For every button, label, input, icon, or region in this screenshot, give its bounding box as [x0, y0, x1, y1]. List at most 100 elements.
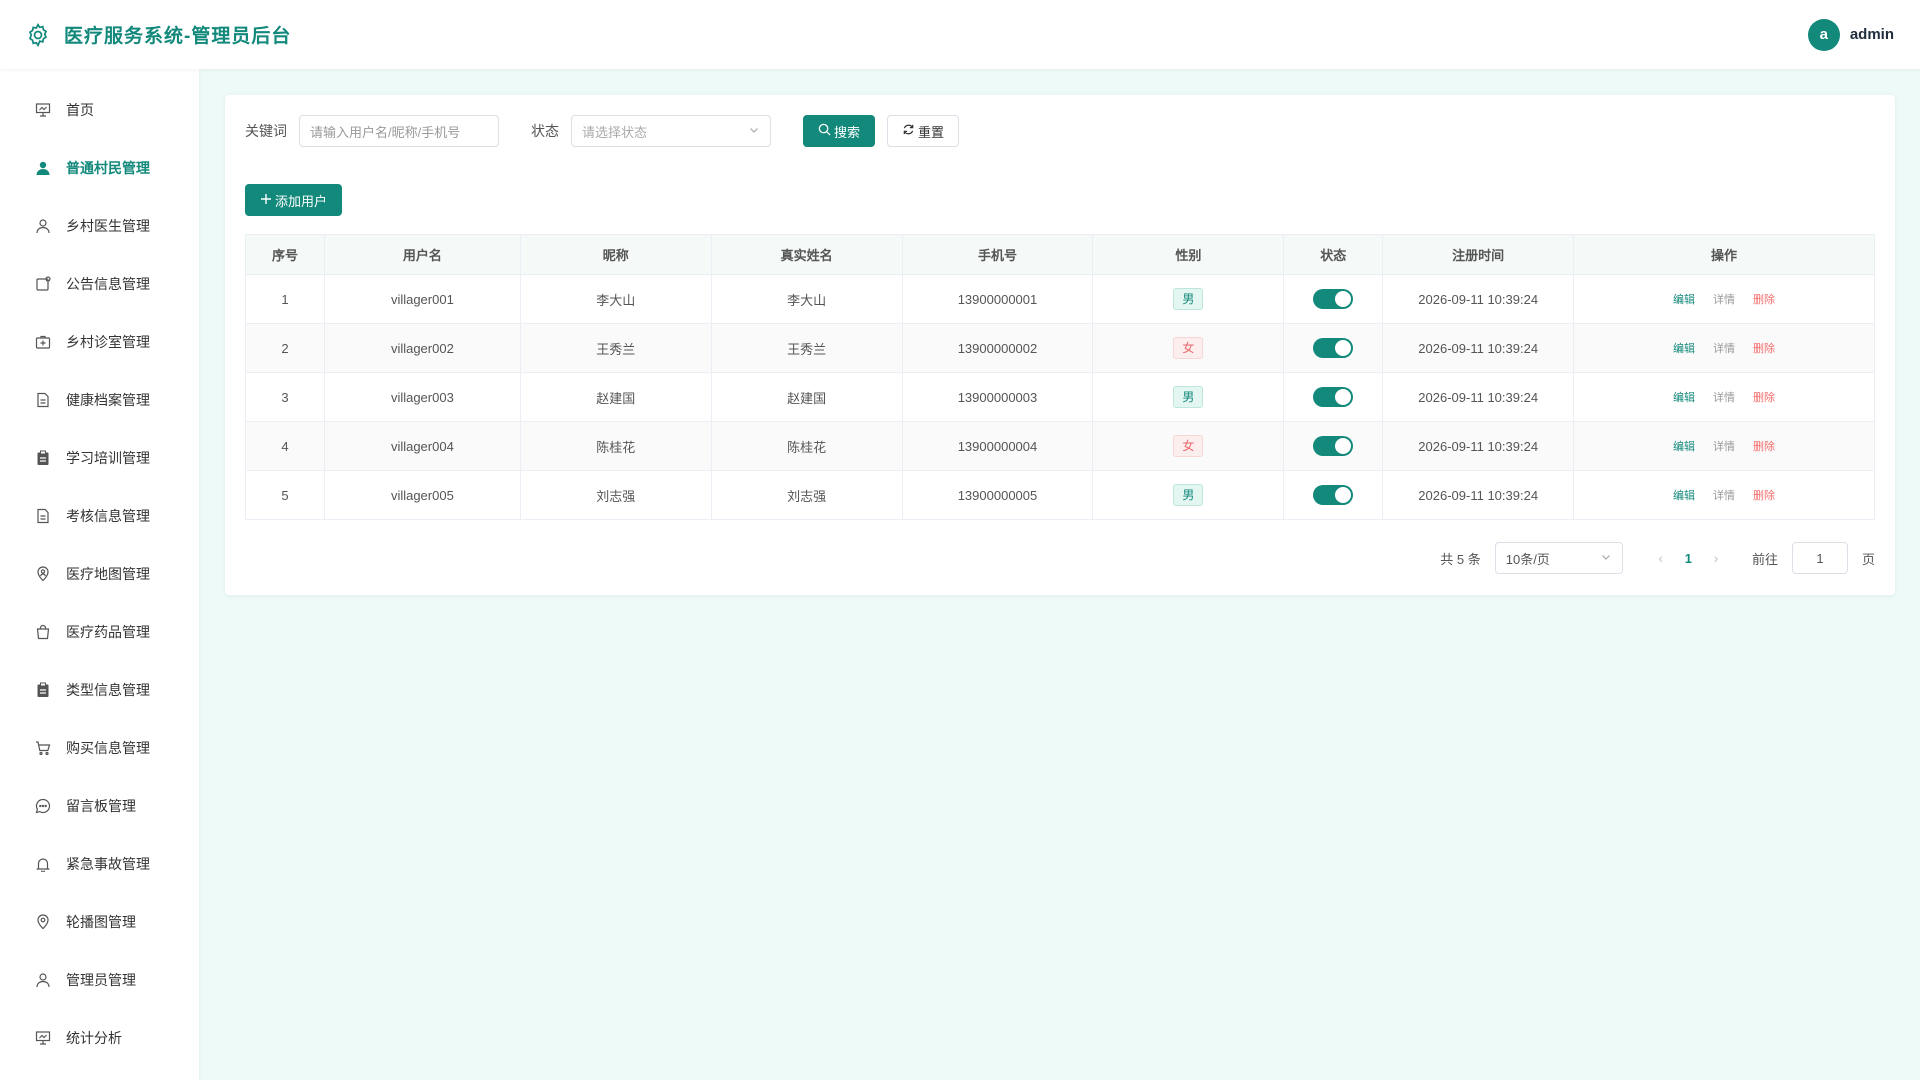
cell-created: 2026-09-11 10:39:24	[1382, 470, 1575, 520]
edit-link[interactable]: 编辑	[1673, 389, 1695, 405]
status-toggle[interactable]	[1313, 387, 1354, 407]
detail-link[interactable]: 详情	[1713, 487, 1735, 503]
bell-icon	[34, 855, 52, 873]
page-size-select[interactable]: 10条/页	[1494, 542, 1623, 574]
first-aid-kit-icon	[34, 333, 52, 351]
location-pin-icon	[34, 913, 52, 931]
cell-phone: 13900000002	[901, 323, 1094, 373]
sidebar-item-label: 考核信息管理	[66, 508, 150, 524]
document-icon	[34, 391, 52, 409]
sidebar-item-villagers[interactable]: 普通村民管理	[0, 139, 199, 197]
sidebar-item-clinics[interactable]: 乡村诊室管理	[0, 313, 199, 371]
cell-index: 3	[245, 372, 325, 422]
cell-created: 2026-09-11 10:39:24	[1382, 372, 1575, 422]
reset-button[interactable]: 重置	[887, 115, 960, 147]
status-toggle[interactable]	[1313, 436, 1354, 456]
sidebar-item-health-records[interactable]: 健康档案管理	[0, 371, 199, 429]
table-row: 3 villager003 赵建国 赵建国 13900000003 男 2026…	[245, 372, 1875, 422]
location-person-icon	[34, 565, 52, 583]
detail-link[interactable]: 详情	[1713, 438, 1735, 454]
sidebar-item-types[interactable]: 类型信息管理	[0, 661, 199, 719]
search-icon	[818, 123, 831, 139]
username[interactable]: admin	[1850, 26, 1894, 43]
delete-link[interactable]: 删除	[1753, 389, 1775, 405]
detail-link[interactable]: 详情	[1713, 340, 1735, 356]
edit-link[interactable]: 编辑	[1673, 340, 1695, 356]
keyword-label: 关键词	[245, 123, 287, 139]
edit-link[interactable]: 编辑	[1673, 438, 1695, 454]
sidebar-item-notices[interactable]: 公告信息管理	[0, 255, 199, 313]
search-bar: 关键词 请输入用户名/昵称/手机号 状态 请选择状态 搜索 重置	[245, 115, 1875, 147]
sidebar-item-label: 医疗药品管理	[66, 624, 150, 640]
cell-nickname: 李大山	[519, 274, 712, 324]
sidebar-item-label: 留言板管理	[66, 798, 136, 814]
sidebar-item-message-board[interactable]: 留言板管理	[0, 777, 199, 835]
gender-tag: 男	[1173, 288, 1204, 310]
sidebar-item-medical-map[interactable]: 医疗地图管理	[0, 545, 199, 603]
delete-link[interactable]: 删除	[1753, 487, 1775, 503]
status-select[interactable]: 请选择状态	[571, 115, 771, 147]
edit-link[interactable]: 编辑	[1673, 291, 1695, 307]
column-header: 序号	[245, 234, 325, 275]
delete-link[interactable]: 删除	[1753, 340, 1775, 356]
total-count: 共 5 条	[1440, 551, 1481, 567]
sidebar-item-doctors[interactable]: 乡村医生管理	[0, 197, 199, 255]
presentation-icon	[34, 101, 52, 119]
sidebar-item-label: 学习培训管理	[66, 450, 150, 466]
status-toggle[interactable]	[1313, 485, 1354, 505]
sidebar-item-purchases[interactable]: 购买信息管理	[0, 719, 199, 777]
current-page[interactable]: 1	[1685, 551, 1692, 566]
cell-phone: 13900000001	[901, 274, 1094, 324]
cell-index: 1	[245, 274, 325, 324]
sidebar-item-emergencies[interactable]: 紧急事故管理	[0, 835, 199, 893]
search-button[interactable]: 搜索	[803, 115, 876, 147]
next-page-icon[interactable]: ›	[1706, 550, 1726, 566]
cell-nickname: 王秀兰	[519, 323, 712, 373]
status-label: 状态	[531, 123, 559, 139]
status-toggle[interactable]	[1313, 289, 1354, 309]
sidebar-item-admins[interactable]: 管理员管理	[0, 951, 199, 1009]
cell-ops: 编辑 详情 删除	[1573, 323, 1875, 373]
detail-link[interactable]: 详情	[1713, 389, 1735, 405]
sidebar-item-assessments[interactable]: 考核信息管理	[0, 487, 199, 545]
sidebar-item-label: 首页	[66, 102, 94, 118]
goto-page-input[interactable]: 1	[1791, 542, 1848, 574]
refresh-icon	[902, 123, 915, 139]
delete-link[interactable]: 删除	[1753, 291, 1775, 307]
cell-index: 5	[245, 470, 325, 520]
cell-username: villager002	[323, 323, 521, 373]
detail-link[interactable]: 详情	[1713, 291, 1735, 307]
cell-index: 2	[245, 323, 325, 373]
sidebar-item-training[interactable]: 学习培训管理	[0, 429, 199, 487]
sidebar-item-statistics[interactable]: 统计分析	[0, 1009, 199, 1067]
cell-gender: 男	[1092, 372, 1285, 422]
search-button-label: 搜索	[834, 124, 861, 140]
edit-link[interactable]: 编辑	[1673, 487, 1695, 503]
goto-label: 前往	[1751, 551, 1778, 567]
avatar[interactable]: a	[1807, 18, 1840, 51]
column-header: 昵称	[519, 234, 712, 275]
chevron-down-icon	[748, 124, 760, 139]
gear-icon	[24, 21, 52, 49]
user-menu[interactable]: a admin	[1807, 18, 1894, 51]
delete-link[interactable]: 删除	[1753, 438, 1775, 454]
sidebar-item-home[interactable]: 首页	[0, 81, 199, 139]
keyword-input[interactable]: 请输入用户名/昵称/手机号	[299, 115, 499, 147]
gender-tag: 男	[1173, 484, 1204, 506]
sidebar-item-carousel[interactable]: 轮播图管理	[0, 893, 199, 951]
sidebar-item-medicines[interactable]: 医疗药品管理	[0, 603, 199, 661]
reset-button-label: 重置	[918, 124, 945, 140]
prev-page-icon[interactable]: ‹	[1651, 550, 1671, 566]
gender-tag: 女	[1173, 337, 1204, 359]
add-user-button[interactable]: 添加用户	[245, 184, 343, 216]
cell-status	[1283, 274, 1384, 324]
notice-icon	[34, 275, 52, 293]
cell-status	[1283, 421, 1384, 471]
status-toggle[interactable]	[1313, 338, 1354, 358]
table-row: 5 villager005 刘志强 刘志强 13900000005 男 2026…	[245, 470, 1875, 520]
cell-status	[1283, 470, 1384, 520]
sidebar-item-label: 乡村诊室管理	[66, 334, 150, 350]
sidebar-item-label: 紧急事故管理	[66, 856, 150, 872]
cell-ops: 编辑 详情 删除	[1573, 470, 1875, 520]
table-row: 1 villager001 李大山 李大山 13900000001 男 2026…	[245, 274, 1875, 324]
